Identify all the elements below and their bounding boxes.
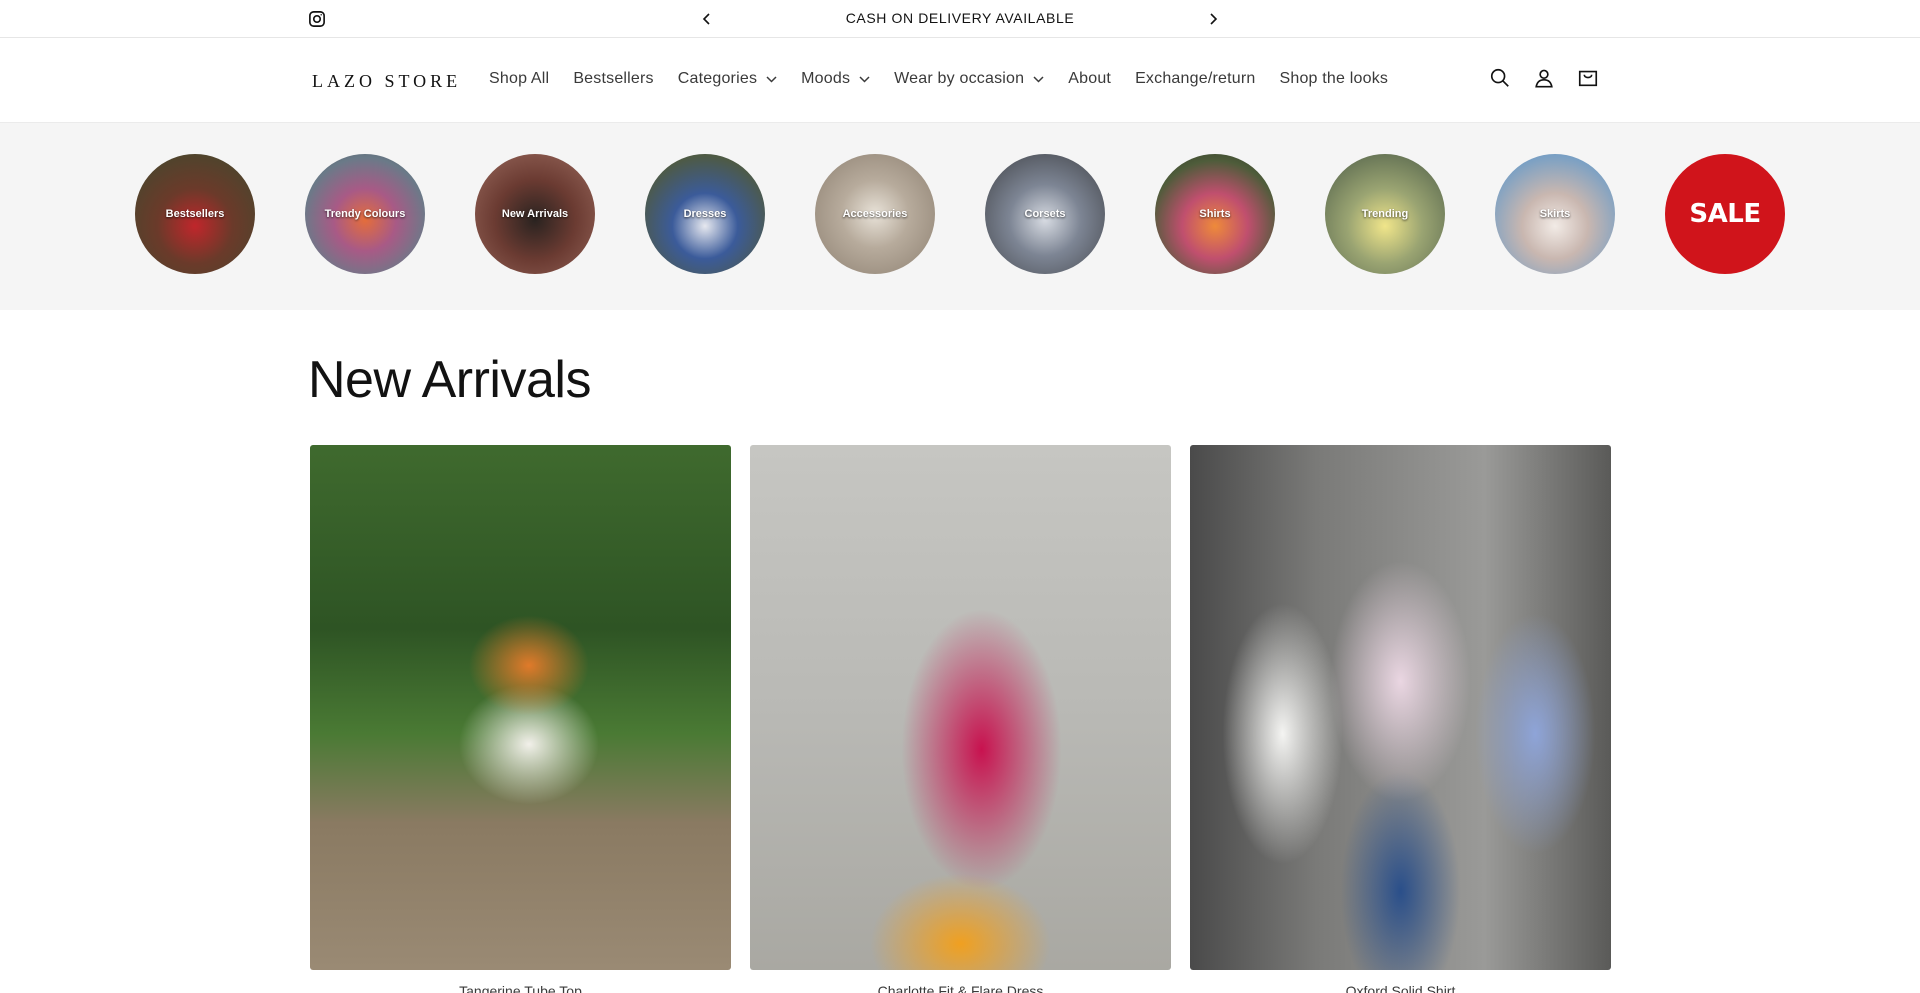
- nav-shop-the-looks[interactable]: Shop the looks: [1267, 70, 1400, 88]
- category-label: New Arrivals: [501, 208, 569, 220]
- category-dresses[interactable]: Dresses: [645, 154, 765, 274]
- site-header: LAZO STORE Shop All Bestsellers Categori…: [0, 38, 1920, 123]
- new-arrivals-title: New Arrivals: [308, 351, 591, 409]
- chevron-right-icon[interactable]: [1203, 8, 1223, 30]
- nav-categories[interactable]: Categories: [666, 70, 789, 88]
- category-accessories[interactable]: Accessories: [815, 154, 935, 274]
- category-label: Bestsellers: [165, 208, 225, 220]
- account-icon[interactable]: [1532, 66, 1556, 90]
- store-logo[interactable]: LAZO STORE: [312, 71, 461, 92]
- product-image: [310, 445, 731, 970]
- nav-label: Categories: [677, 70, 758, 87]
- nav-label: About: [1068, 70, 1112, 87]
- nav-label: Shop the looks: [1279, 70, 1389, 87]
- category-label: Corsets: [1024, 208, 1066, 220]
- product-image: [750, 445, 1171, 970]
- nav-exchange-return[interactable]: Exchange/return: [1123, 70, 1267, 88]
- nav-label: Moods: [801, 70, 851, 87]
- nav-label: Exchange/return: [1135, 70, 1256, 87]
- category-bestsellers[interactable]: Bestsellers: [135, 154, 255, 274]
- nav-bestsellers[interactable]: Bestsellers: [561, 70, 665, 88]
- chevron-left-icon[interactable]: [697, 8, 717, 30]
- instagram-icon[interactable]: [308, 10, 326, 28]
- chevron-down-icon: [766, 75, 777, 83]
- sale-label: SALE: [1689, 199, 1761, 229]
- category-label: Skirts: [1539, 208, 1571, 220]
- category-skirts[interactable]: Skirts: [1495, 154, 1615, 274]
- nav-label: Shop All: [489, 70, 550, 87]
- main-nav: Shop All Bestsellers Categories Moods We…: [477, 64, 1400, 94]
- product-card[interactable]: [750, 445, 1171, 970]
- category-new-arrivals[interactable]: New Arrivals: [475, 154, 595, 274]
- category-label: Shirts: [1199, 208, 1231, 220]
- cart-icon[interactable]: [1576, 66, 1600, 90]
- category-label: Trending: [1361, 208, 1409, 220]
- nav-moods[interactable]: Moods: [789, 70, 882, 88]
- chevron-down-icon: [1033, 75, 1044, 83]
- product-title[interactable]: Charlotte Fit & Flare Dress: [750, 983, 1171, 993]
- product-image: [1190, 445, 1611, 970]
- nav-about[interactable]: About: [1056, 70, 1123, 88]
- nav-label: Bestsellers: [573, 70, 654, 87]
- category-trending[interactable]: Trending: [1325, 154, 1445, 274]
- category-label: Dresses: [683, 208, 727, 220]
- nav-label: Wear by occasion: [894, 70, 1025, 87]
- product-card[interactable]: [1190, 445, 1611, 970]
- product-card[interactable]: [310, 445, 731, 970]
- category-label: Accessories: [842, 208, 908, 220]
- chevron-down-icon: [859, 75, 870, 83]
- product-title[interactable]: Oxford Solid Shirt: [1190, 983, 1611, 993]
- category-trendy-colours[interactable]: Trendy Colours: [305, 154, 425, 274]
- category-corsets[interactable]: Corsets: [985, 154, 1105, 274]
- nav-shop-all[interactable]: Shop All: [477, 70, 561, 88]
- search-icon[interactable]: [1488, 66, 1512, 90]
- announcement-bar: CASH ON DELIVERY AVAILABLE: [0, 0, 1920, 38]
- header-icons: [1488, 66, 1600, 90]
- category-label: Trendy Colours: [324, 208, 406, 220]
- nav-wear-by-occasion[interactable]: Wear by occasion: [882, 70, 1056, 88]
- category-sale[interactable]: SALE: [1665, 154, 1785, 274]
- category-shirts[interactable]: Shirts: [1155, 154, 1275, 274]
- product-title[interactable]: Tangerine Tube Top: [310, 983, 731, 993]
- announcement-message: CASH ON DELIVERY AVAILABLE: [845, 10, 1075, 26]
- category-carousel: Bestsellers Trendy Colours New Arrivals …: [0, 123, 1920, 310]
